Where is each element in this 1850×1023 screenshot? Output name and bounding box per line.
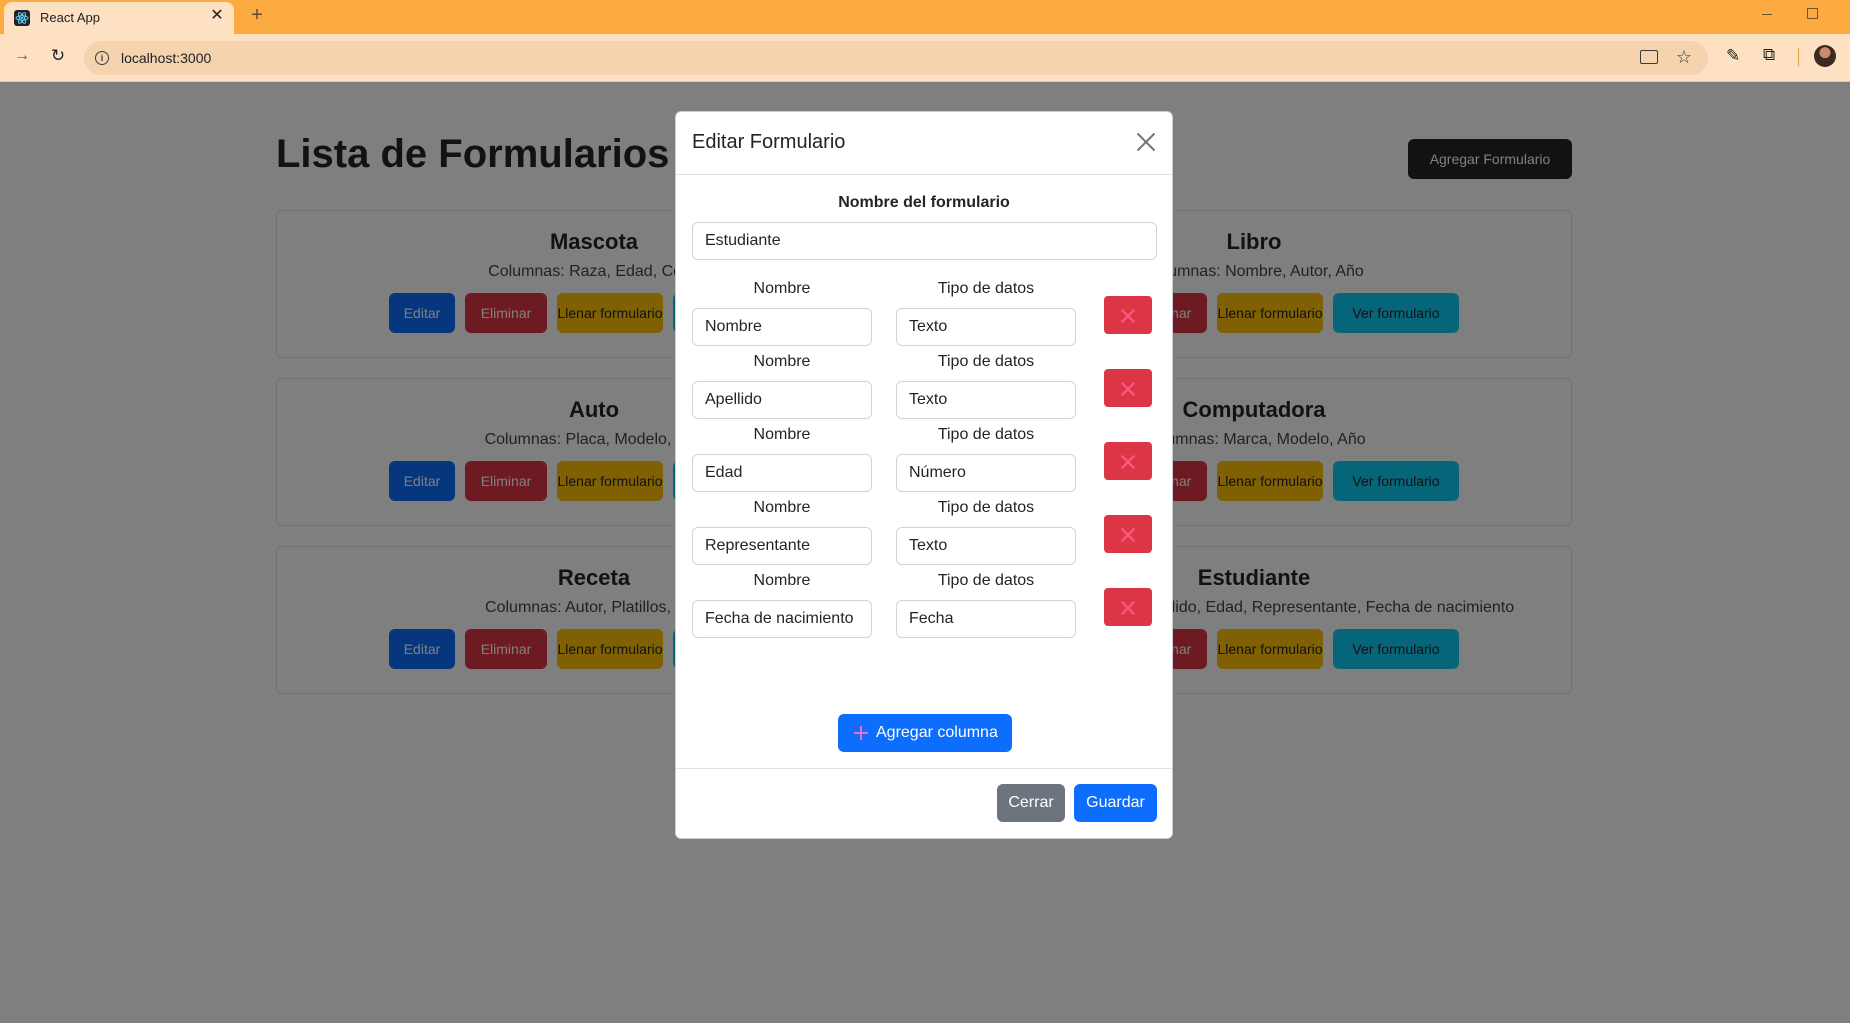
plus-icon xyxy=(854,726,868,740)
add-column-label: Agregar columna xyxy=(876,724,998,741)
toolbar-divider xyxy=(1798,48,1799,66)
delete-column-button[interactable] xyxy=(1104,296,1152,334)
add-column-button[interactable]: Agregar columna xyxy=(838,714,1012,752)
column-row: Nombre Tipo de datos xyxy=(676,572,1172,645)
column-name-label: Nombre xyxy=(753,499,811,516)
column-row: Nombre Tipo de datos xyxy=(676,280,1172,353)
delete-column-button[interactable] xyxy=(1104,369,1152,407)
minimize-button[interactable] xyxy=(1760,6,1776,22)
column-type-input[interactable] xyxy=(896,381,1076,419)
info-icon[interactable]: i xyxy=(95,51,109,65)
browser-tab[interactable]: React App ✕ xyxy=(4,2,234,34)
reload-icon[interactable]: ↻ xyxy=(48,46,68,66)
close-button[interactable]: Cerrar xyxy=(997,784,1065,822)
column-name-input[interactable] xyxy=(692,600,872,638)
cast-icon[interactable] xyxy=(1640,50,1658,64)
column-name-label: Nombre xyxy=(753,426,811,443)
column-type-label: Tipo de datos xyxy=(937,499,1035,516)
modal-header: Editar Formulario xyxy=(676,112,1172,175)
tab-close-icon[interactable]: ✕ xyxy=(208,7,226,25)
column-type-label: Tipo de datos xyxy=(937,280,1035,297)
browser-toolbar: → ↻ i localhost:3000 ☆ ✎ ⧉ xyxy=(0,34,1850,82)
close-icon[interactable] xyxy=(1136,132,1156,152)
delete-column-button[interactable] xyxy=(1104,588,1152,626)
modal-title: Editar Formulario xyxy=(692,131,846,153)
column-type-input[interactable] xyxy=(896,454,1076,492)
column-type-input[interactable] xyxy=(896,527,1076,565)
new-tab-button[interactable]: + xyxy=(246,4,268,26)
save-button[interactable]: Guardar xyxy=(1074,784,1157,822)
avatar[interactable] xyxy=(1814,45,1836,67)
delete-column-button[interactable] xyxy=(1104,442,1152,480)
form-name-input[interactable] xyxy=(692,222,1157,260)
star-icon[interactable]: ☆ xyxy=(1676,47,1692,68)
column-type-input[interactable] xyxy=(896,308,1076,346)
column-name-input[interactable] xyxy=(692,381,872,419)
column-name-label: Nombre xyxy=(753,353,811,370)
pen-icon[interactable]: ✎ xyxy=(1726,46,1740,66)
column-name-label: Nombre xyxy=(753,572,811,589)
column-name-label: Nombre xyxy=(753,280,811,297)
column-type-input[interactable] xyxy=(896,600,1076,638)
react-favicon-icon xyxy=(14,10,30,26)
column-row: Nombre Tipo de datos xyxy=(676,426,1172,499)
column-row: Nombre Tipo de datos xyxy=(676,353,1172,426)
url-text[interactable]: localhost:3000 xyxy=(121,50,211,66)
column-row: Nombre Tipo de datos xyxy=(676,499,1172,572)
tab-title: React App xyxy=(40,10,100,25)
extensions-icon[interactable]: ⧉ xyxy=(1763,45,1775,65)
restore-button[interactable] xyxy=(1807,8,1818,19)
address-bar[interactable]: i localhost:3000 ☆ xyxy=(84,41,1708,75)
edit-form-modal: Editar Formulario Nombre del formulario … xyxy=(675,111,1173,839)
column-type-label: Tipo de datos xyxy=(937,426,1035,443)
form-name-label: Nombre del formulario xyxy=(838,194,1010,211)
browser-tab-bar: React App ✕ + xyxy=(0,0,1850,34)
column-name-input[interactable] xyxy=(692,527,872,565)
forward-icon[interactable]: → xyxy=(12,46,32,66)
column-type-label: Tipo de datos xyxy=(937,572,1035,589)
column-name-input[interactable] xyxy=(692,454,872,492)
delete-column-button[interactable] xyxy=(1104,515,1152,553)
column-name-input[interactable] xyxy=(692,308,872,346)
modal-footer: Cerrar Guardar xyxy=(676,768,1172,839)
column-type-label: Tipo de datos xyxy=(937,353,1035,370)
